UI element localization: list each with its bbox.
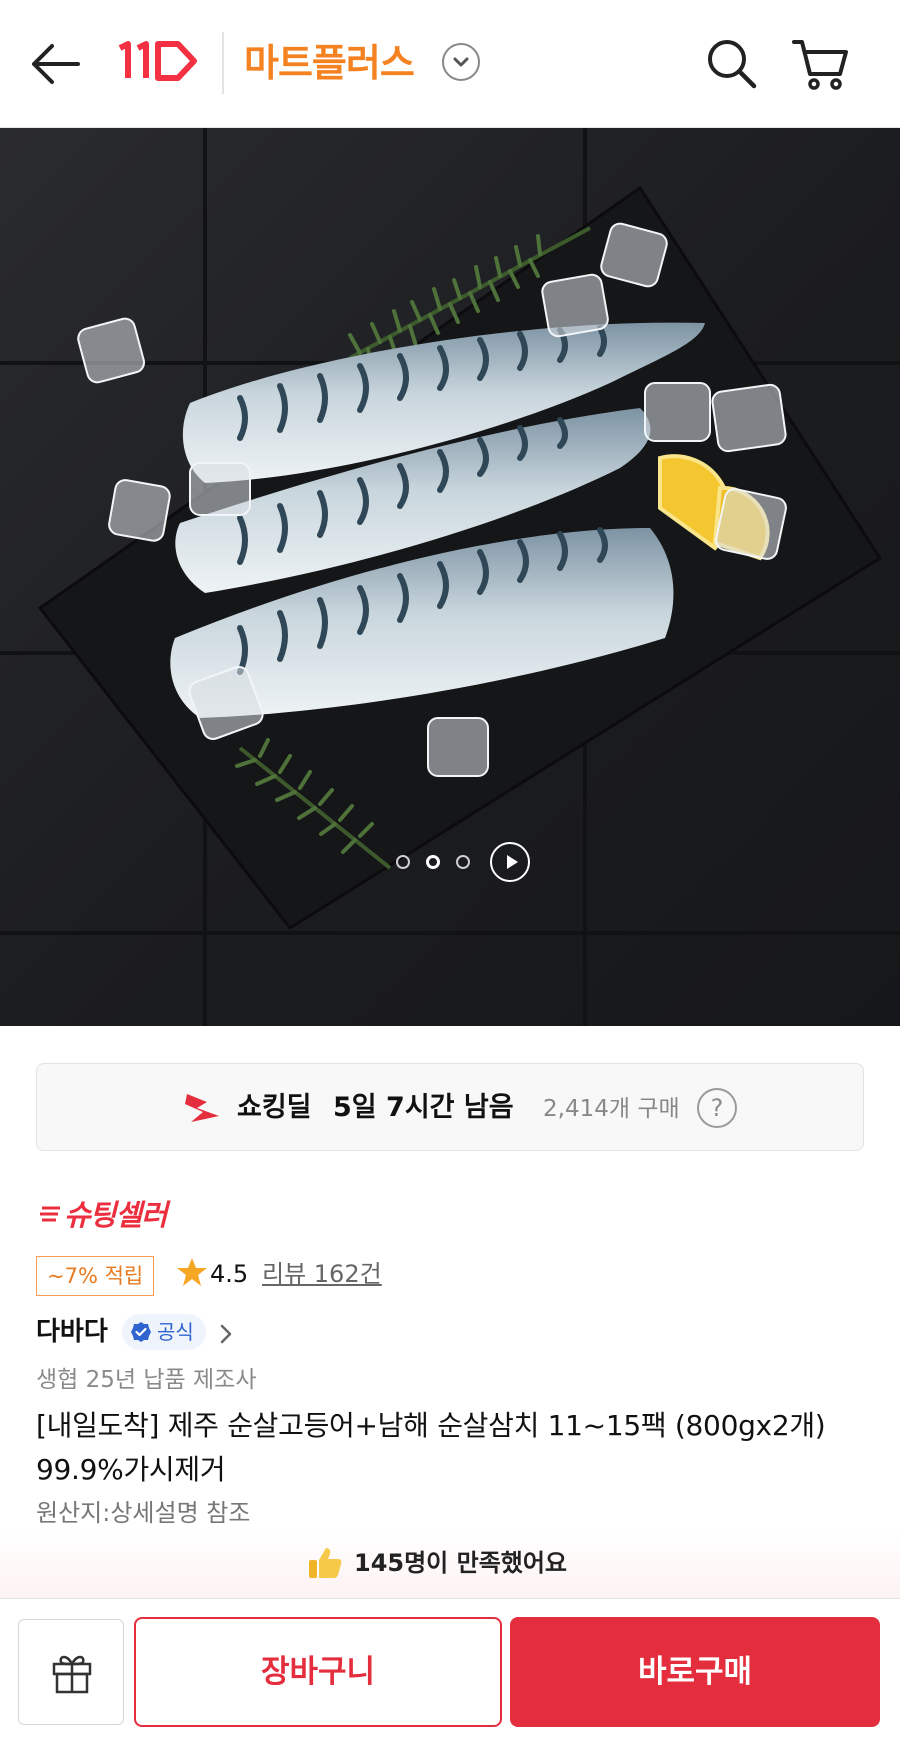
- gift-button[interactable]: [18, 1619, 124, 1725]
- satisfaction-content: 145명이 만족했어요: [306, 1542, 567, 1584]
- chevron-down-icon: [453, 57, 469, 67]
- rating-value: 4.5: [210, 1260, 249, 1288]
- buy-now-button[interactable]: 바로구매: [510, 1617, 880, 1727]
- gallery-dot-1[interactable]: [396, 855, 410, 869]
- cart-button[interactable]: [790, 32, 854, 96]
- bottom-action-bar: 장바구니 바로구매: [0, 1598, 900, 1764]
- deal-help-button[interactable]: ?: [697, 1088, 737, 1128]
- brand-name[interactable]: 다바다: [36, 1312, 108, 1352]
- satisfaction-text: 145명이 만족했어요: [354, 1549, 568, 1577]
- product-image-gallery[interactable]: [0, 128, 900, 1026]
- mackerel-fillets-photo: [0, 128, 900, 1026]
- deal-remaining-time: 5일 7시간 남음: [333, 1092, 514, 1123]
- deal-label: 쇼킹딜: [237, 1092, 312, 1123]
- shocking-deal-bar: 쇼킹딜 5일 7시간 남음 2,414개 구매 ?: [36, 1063, 864, 1151]
- search-button[interactable]: [702, 34, 762, 94]
- top-header: 마트플러스: [0, 0, 900, 128]
- search-icon: [708, 40, 757, 89]
- points-badge: ~7% 적립: [36, 1256, 155, 1296]
- product-title: [내일도착] 제주 순살고등어+남해 순살삼치 11~15팩 (800gx2개)…: [36, 1409, 826, 1486]
- chevron-right-icon[interactable]: [218, 1322, 234, 1346]
- gallery-pager: [392, 842, 532, 882]
- back-button[interactable]: [26, 34, 86, 94]
- logo-divider: [222, 32, 224, 94]
- add-to-cart-button[interactable]: 장바구니: [134, 1617, 502, 1727]
- gallery-play-button[interactable]: [490, 842, 530, 882]
- deal-purchase-count: 2,414개 구매: [543, 1096, 680, 1122]
- gallery-dot-3[interactable]: [456, 855, 470, 869]
- star-icon: [177, 1258, 207, 1286]
- back-arrow-icon: [32, 44, 80, 84]
- speed-lines-icon: [40, 1206, 60, 1222]
- shooting-seller-badge: 슈팅셀러: [64, 1197, 168, 1233]
- shocking-deal-icon: [185, 1094, 219, 1122]
- thumbs-up-icon: [309, 1548, 342, 1578]
- verified-check-icon: [131, 1322, 151, 1342]
- cart-icon: [792, 40, 848, 90]
- official-badge: 공식: [122, 1314, 206, 1350]
- satisfaction-banner[interactable]: 145명이 만족했어요: [0, 1528, 900, 1598]
- review-link[interactable]: 리뷰 162건: [262, 1255, 382, 1293]
- mall-dropdown-button[interactable]: [442, 43, 480, 81]
- 11st-logo[interactable]: [116, 38, 200, 84]
- official-label: 공식: [157, 1320, 194, 1344]
- gift-icon: [52, 1655, 92, 1694]
- gallery-dot-2[interactable]: [426, 855, 440, 869]
- product-subtitle: 생협 25년 납품 제조사: [36, 1367, 257, 1393]
- mall-name[interactable]: 마트플러스: [244, 37, 415, 89]
- product-origin: 원산지:상세설명 참조: [36, 1499, 251, 1527]
- 11st-logo-icon: [118, 41, 197, 81]
- seller-badge-text: 슈팅셀러: [64, 1198, 168, 1232]
